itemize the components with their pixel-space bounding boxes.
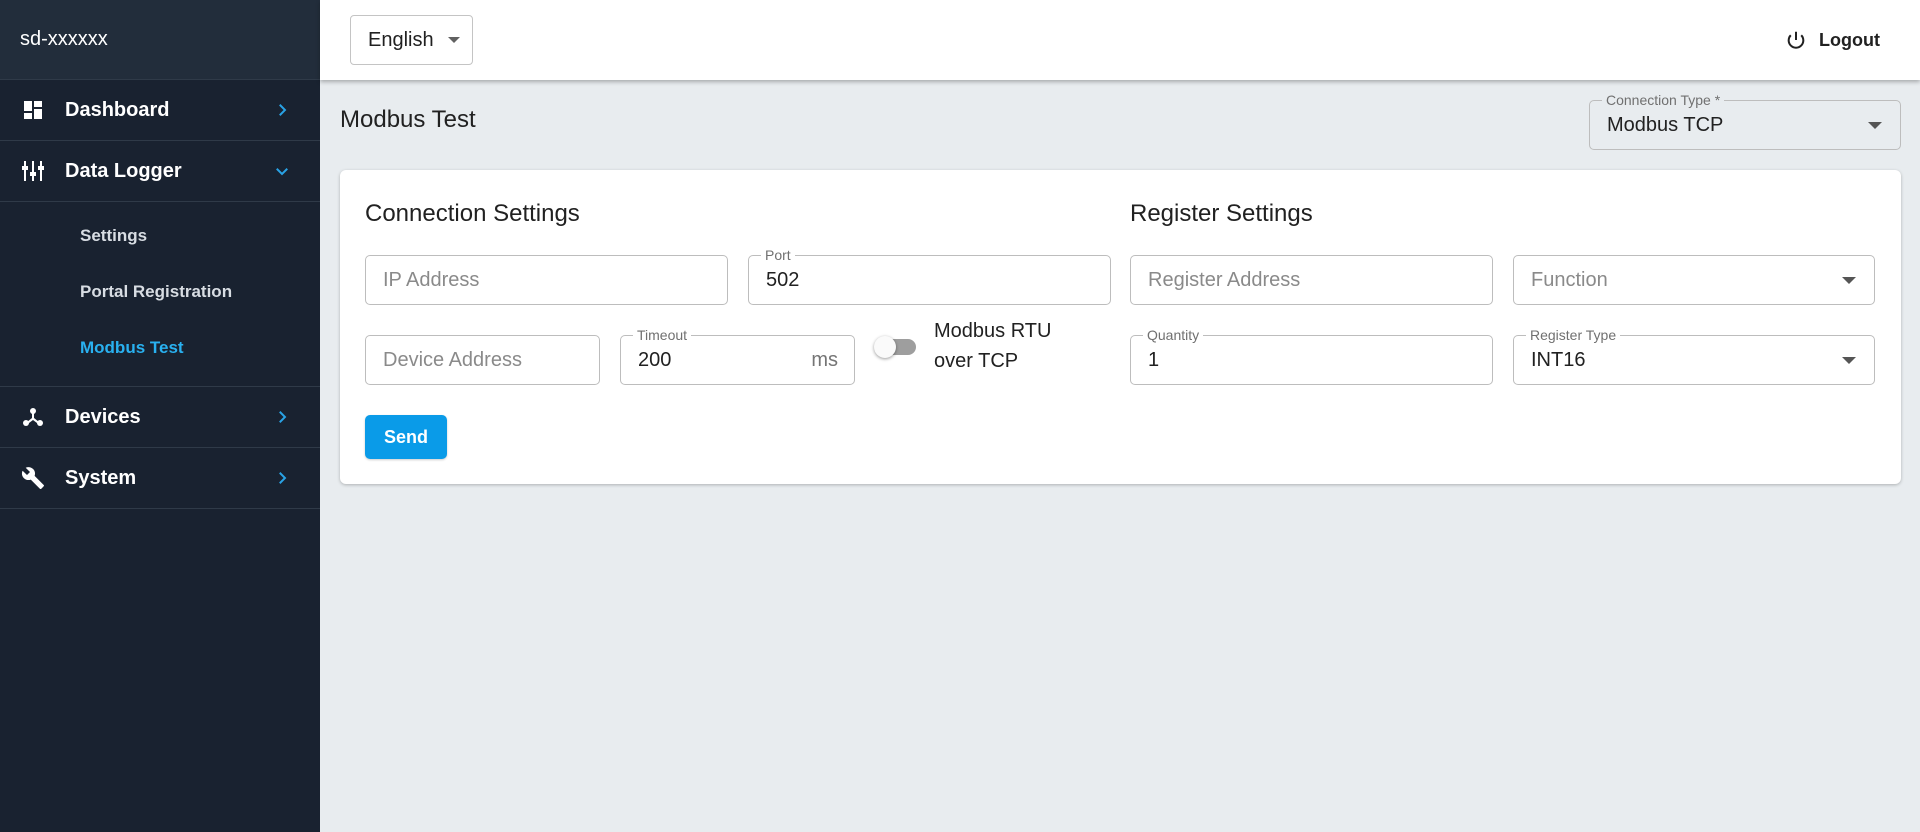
register-type-select[interactable]: Register Type INT16	[1513, 327, 1875, 385]
connection-type-select[interactable]: Connection Type * Modbus TCP	[1589, 92, 1901, 150]
register-settings-title: Register Settings	[1130, 200, 1313, 227]
hub-icon	[20, 404, 46, 430]
device-address-field[interactable]: Device Address	[365, 335, 600, 385]
page-title: Modbus Test	[340, 106, 476, 133]
caret-down-icon	[1842, 277, 1856, 284]
register-address-field[interactable]: Register Address	[1130, 255, 1493, 305]
sidebar-subitem-settings[interactable]: Settings	[0, 208, 320, 264]
device-name: sd-xxxxxx	[0, 0, 320, 80]
sidebar-item-devices[interactable]: Devices	[0, 387, 320, 448]
top-bar: English Logout	[320, 0, 1920, 80]
sidebar-item-dashboard[interactable]: Dashboard	[0, 80, 320, 141]
port-value: 502	[766, 268, 800, 291]
sidebar-item-system[interactable]: System	[0, 448, 320, 509]
data-logger-submenu: Settings Portal Registration Modbus Test	[0, 202, 320, 387]
toggle-label-line-1: Modbus RTU	[934, 320, 1052, 342]
port-field[interactable]: Port 502	[748, 247, 1111, 305]
sidebar: sd-xxxxxx Dashboard Data Logger Settings…	[0, 0, 320, 832]
chevron-right-icon	[272, 407, 292, 427]
wrench-icon	[20, 465, 46, 491]
connection-type-value: Modbus TCP	[1607, 113, 1724, 136]
equalizer-icon	[20, 158, 46, 184]
caret-down-icon	[1842, 357, 1856, 364]
modbus-rtu-toggle-label: Modbus RTU over TCP	[934, 316, 1051, 376]
language-select[interactable]: English	[350, 15, 473, 65]
modbus-rtu-over-tcp-toggle[interactable]	[872, 334, 922, 360]
connection-settings-title: Connection Settings	[365, 200, 580, 227]
function-select[interactable]: Function	[1513, 255, 1875, 305]
timeout-value: 200	[638, 348, 672, 371]
chevron-right-icon	[272, 468, 292, 488]
ip-address-field[interactable]: IP Address	[365, 255, 728, 305]
register-type-value: INT16	[1531, 348, 1586, 371]
logout-label: Logout	[1819, 29, 1880, 50]
sidebar-item-label: Devices	[65, 405, 141, 428]
sidebar-item-label: Dashboard	[65, 98, 170, 121]
caret-down-icon	[447, 37, 460, 43]
dashboard-icon	[20, 97, 46, 123]
ip-address-placeholder: IP Address	[383, 268, 480, 291]
sidebar-item-label: Data Logger	[65, 159, 182, 182]
toggle-label-line-2: over TCP	[934, 350, 1019, 372]
sidebar-item-label: System	[65, 466, 137, 489]
sidebar-subitem-portal-registration[interactable]: Portal Registration	[0, 264, 320, 320]
function-placeholder: Function	[1531, 268, 1608, 291]
timeout-unit: ms	[811, 348, 838, 371]
register-address-placeholder: Register Address	[1148, 268, 1301, 291]
sidebar-item-data-logger[interactable]: Data Logger	[0, 141, 320, 202]
logout-button[interactable]: Logout	[1785, 0, 1880, 80]
toggle-knob	[874, 336, 896, 358]
send-button[interactable]: Send	[365, 415, 447, 459]
timeout-field[interactable]: Timeout 200 ms	[620, 327, 855, 385]
caret-down-icon	[1868, 122, 1882, 129]
language-value: English	[368, 28, 434, 51]
sidebar-subitem-modbus-test[interactable]: Modbus Test	[0, 320, 320, 376]
quantity-field[interactable]: Quantity 1	[1130, 327, 1493, 385]
device-address-placeholder: Device Address	[383, 348, 522, 371]
chevron-right-icon	[272, 100, 292, 120]
quantity-value: 1	[1148, 348, 1160, 371]
chevron-down-icon	[272, 161, 292, 181]
power-icon	[1787, 31, 1805, 49]
